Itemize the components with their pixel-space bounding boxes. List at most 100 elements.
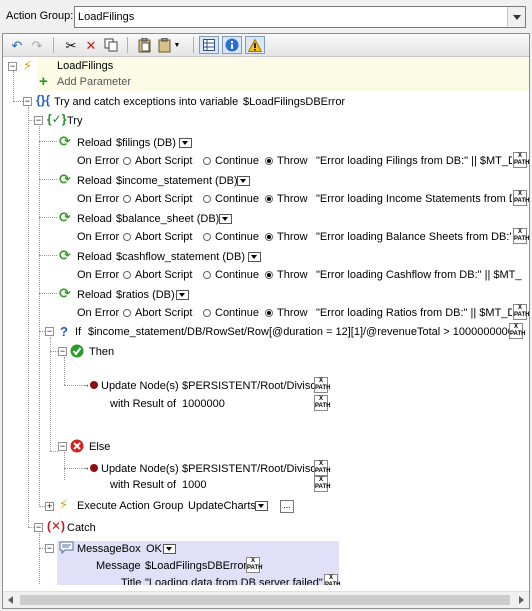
xpath-button[interactable]: X PATH (314, 395, 330, 411)
continue-radio[interactable]: Continue (203, 269, 259, 281)
add-icon[interactable]: + (39, 74, 48, 89)
chevron-down-icon[interactable] (507, 7, 525, 27)
continue-radio[interactable]: Continue (203, 155, 259, 167)
error-message-expression[interactable]: "Error loading Income Statements from DB (316, 193, 512, 205)
collapse-toggle[interactable]: − (45, 544, 54, 553)
copy-icon[interactable] (101, 36, 121, 54)
abort-script-radio[interactable]: Abort Script (123, 193, 192, 205)
execute-action-group-value[interactable]: UpdateCharts (188, 500, 256, 512)
info-icon[interactable] (222, 36, 242, 54)
continue-radio[interactable]: Continue (203, 231, 259, 243)
chevron-down-icon[interactable] (176, 290, 189, 300)
ellipsis-button[interactable]: ... (280, 500, 294, 513)
collapse-toggle[interactable]: − (45, 327, 54, 336)
radio-selected-icon[interactable] (265, 195, 273, 204)
cut-icon[interactable]: ✂ (61, 36, 81, 54)
delete-icon[interactable]: ✕ (81, 36, 101, 54)
scroll-right-icon[interactable] (519, 596, 524, 604)
action-group-select[interactable]: LoadFilings (74, 6, 526, 28)
radio-selected-icon[interactable] (265, 157, 273, 166)
xpath-button[interactable]: X PATH (513, 304, 529, 320)
redo-icon[interactable]: ↷ (27, 36, 47, 54)
update-path[interactable]: $PERSISTENT/Root/Divisor (182, 380, 320, 392)
throw-radio[interactable]: Throw (265, 155, 308, 167)
xpath-button[interactable]: X PATH (513, 228, 529, 244)
radio-icon[interactable] (203, 271, 211, 280)
xpath-button[interactable]: X PATH (513, 190, 529, 206)
tree-line (39, 255, 57, 256)
abort-script-radio[interactable]: Abort Script (123, 155, 192, 167)
xpath-button[interactable]: X PATH (324, 574, 340, 585)
radio-icon[interactable] (123, 309, 131, 318)
radio-selected-icon[interactable] (265, 233, 273, 242)
error-message-expression[interactable]: "Error loading Filings from DB:" || $MT_… (316, 155, 512, 167)
chevron-down-icon[interactable] (248, 252, 261, 262)
reload-target[interactable]: $ratios (DB) (116, 289, 175, 301)
catch-icon: (✕) (47, 519, 66, 533)
scroll-left-icon[interactable] (8, 596, 13, 604)
title-value[interactable]: "Loading data from DB server failed" (145, 577, 323, 585)
add-parameter-link[interactable]: Add Parameter (57, 76, 131, 88)
error-message-expression[interactable]: "Error loading Cashflow from DB:" || $MT… (316, 269, 529, 281)
throw-radio[interactable]: Throw (265, 231, 308, 243)
messagebox-type[interactable]: OK (146, 543, 162, 555)
abort-script-radio[interactable]: Abort Script (123, 307, 192, 319)
xpath-button[interactable]: X PATH (509, 323, 525, 339)
abort-script-radio[interactable]: Abort Script (123, 269, 192, 281)
undo-icon[interactable]: ↶ (7, 36, 27, 54)
radio-icon[interactable] (203, 309, 211, 318)
paste-special-icon[interactable]: ▼ (155, 36, 183, 54)
collapse-toggle[interactable]: − (8, 62, 17, 71)
collapse-toggle[interactable]: − (58, 347, 67, 356)
update-path[interactable]: $PERSISTENT/Root/Divisor (182, 463, 320, 475)
horizontal-scrollbar[interactable] (3, 591, 529, 608)
xpath-button[interactable]: X PATH (314, 476, 330, 492)
abort-script-radio[interactable]: Abort Script (123, 231, 192, 243)
result-value[interactable]: 1000000 (182, 398, 225, 410)
radio-icon[interactable] (123, 195, 131, 204)
collapse-toggle[interactable]: − (58, 442, 67, 451)
reload-icon: ⟳ (59, 133, 71, 149)
collapse-toggle[interactable]: − (23, 97, 32, 106)
scrollbar-thumb[interactable] (20, 595, 510, 605)
result-value[interactable]: 1000 (182, 479, 206, 491)
reload-target[interactable]: $filings (DB) (116, 137, 176, 149)
throw-radio[interactable]: Throw (265, 307, 308, 319)
grid-icon[interactable] (199, 36, 219, 54)
xpath-button[interactable]: X PATH (513, 152, 529, 168)
radio-icon[interactable] (203, 195, 211, 204)
chevron-down-icon[interactable] (255, 501, 268, 511)
reload-target[interactable]: $cashflow_statement (DB) (116, 251, 245, 263)
warning-icon[interactable] (245, 36, 265, 54)
chevron-down-icon[interactable] (163, 544, 176, 554)
message-value[interactable]: $LoadFilingsDBError (145, 560, 247, 572)
radio-icon[interactable] (203, 157, 211, 166)
tree-line (13, 71, 14, 101)
collapse-toggle[interactable]: − (34, 523, 43, 532)
radio-icon[interactable] (123, 157, 131, 166)
chevron-down-icon[interactable] (219, 214, 232, 224)
error-message-expression[interactable]: "Error loading Ratios from DB:" || $MT_D… (316, 307, 512, 319)
throw-radio[interactable]: Throw (265, 193, 308, 205)
reload-target[interactable]: $balance_sheet (DB) (116, 213, 219, 225)
error-message-expression[interactable]: "Error loading Balance Sheets from DB:" … (316, 231, 512, 243)
paste-icon[interactable] (135, 36, 155, 54)
if-condition[interactable]: $income_statement/DB/RowSet/Row[@duratio… (88, 326, 514, 338)
xpath-button[interactable]: X PATH (314, 377, 330, 393)
radio-selected-icon[interactable] (265, 309, 273, 318)
xpath-button[interactable]: X PATH (246, 557, 262, 573)
expand-toggle[interactable]: + (45, 502, 54, 511)
chevron-down-icon[interactable] (237, 176, 250, 186)
radio-icon[interactable] (123, 233, 131, 242)
radio-selected-icon[interactable] (265, 271, 273, 280)
try-catch-variable[interactable]: $LoadFilingsDBError (243, 96, 345, 108)
collapse-toggle[interactable]: − (34, 116, 43, 125)
reload-target[interactable]: $income_statement (DB) (116, 175, 238, 187)
radio-icon[interactable] (203, 233, 211, 242)
continue-radio[interactable]: Continue (203, 307, 259, 319)
continue-radio[interactable]: Continue (203, 193, 259, 205)
radio-icon[interactable] (123, 271, 131, 280)
xpath-button[interactable]: X PATH (314, 460, 330, 476)
chevron-down-icon[interactable] (179, 138, 192, 148)
throw-radio[interactable]: Throw (265, 269, 308, 281)
